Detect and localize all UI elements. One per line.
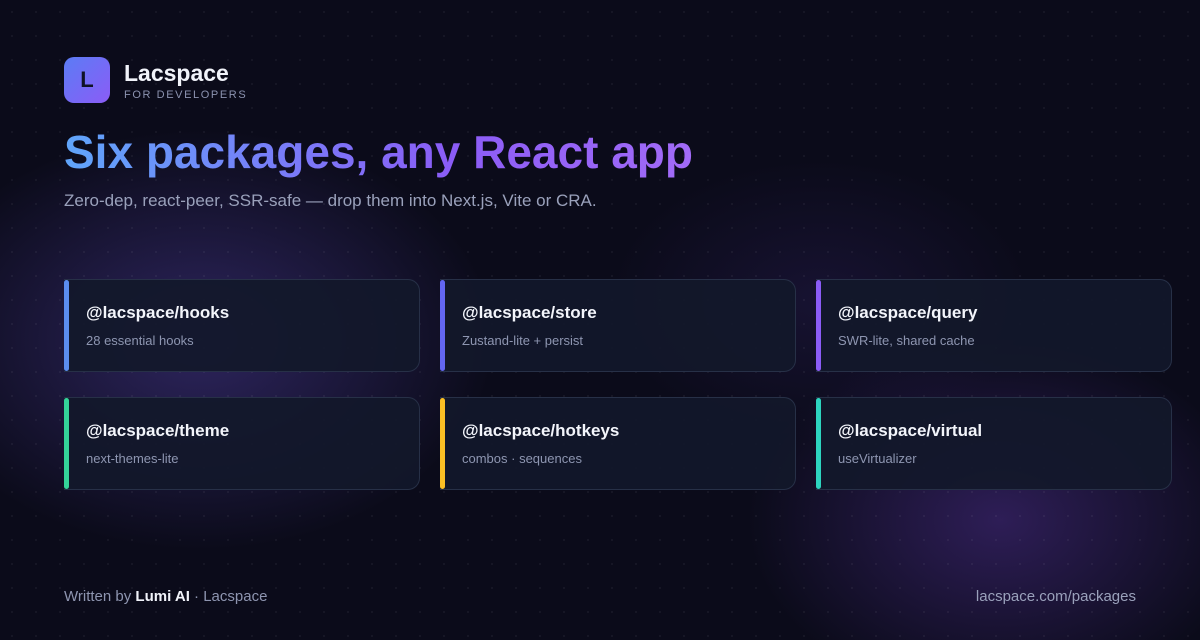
footer-credit: Written by Lumi AI · Lacspace: [64, 588, 267, 605]
card-accent-bar: [816, 280, 821, 371]
package-name: @lacspace/hooks: [86, 303, 230, 322]
package-card-hooks: @lacspace/hooks 28 essential hooks: [64, 279, 420, 372]
package-card-store: @lacspace/store Zustand-lite + persist: [440, 279, 796, 372]
package-description: 28 essential hooks: [86, 333, 194, 348]
package-name: @lacspace/store: [462, 303, 597, 322]
package-name: @lacspace/query: [838, 303, 978, 322]
brand-logo-icon: L: [64, 57, 110, 103]
page-title: Six packages, any React app: [64, 126, 693, 178]
package-card-virtual: @lacspace/virtual useVirtualizer: [816, 397, 1172, 490]
card-accent-bar: [64, 398, 69, 489]
brand-tagline: FOR DEVELOPERS: [124, 88, 248, 101]
card-accent-bar: [440, 280, 445, 371]
brand-text: Lacspace FOR DEVELOPERS: [124, 60, 247, 101]
page-subtitle: Zero-dep, react-peer, SSR-safe — drop th…: [64, 191, 597, 210]
brand: L Lacspace FOR DEVELOPERS: [64, 57, 247, 103]
package-description: next-themes-lite: [86, 451, 179, 466]
package-description: Zustand-lite + persist: [462, 333, 584, 348]
card-accent-bar: [816, 398, 821, 489]
package-name: @lacspace/virtual: [838, 421, 983, 440]
package-description: useVirtualizer: [838, 451, 917, 466]
footer-org: Lacspace: [203, 588, 268, 605]
footer-author: Lumi AI: [135, 588, 190, 605]
brand-logo-letter: L: [80, 67, 94, 92]
package-card-query: @lacspace/query SWR-lite, shared cache: [816, 279, 1172, 372]
package-card-hotkeys: @lacspace/hotkeys combos · sequences: [440, 397, 796, 490]
brand-name: Lacspace: [124, 59, 229, 86]
footer-written-by: Written by: [64, 588, 132, 605]
package-name: @lacspace/hotkeys: [462, 421, 620, 440]
card-accent-bar: [440, 398, 445, 489]
footer-separator: ·: [194, 588, 200, 605]
package-grid: @lacspace/hooks 28 essential hooks @lacs…: [64, 279, 1172, 491]
footer-link[interactable]: lacspace.com/packages: [976, 588, 1136, 605]
card-accent-bar: [64, 280, 69, 371]
package-name: @lacspace/theme: [86, 421, 230, 440]
page: L Lacspace FOR DEVELOPERS Six packages, …: [0, 0, 1200, 640]
package-card-theme: @lacspace/theme next-themes-lite: [64, 397, 420, 490]
package-description: combos · sequences: [462, 451, 582, 466]
package-description: SWR-lite, shared cache: [838, 333, 975, 348]
